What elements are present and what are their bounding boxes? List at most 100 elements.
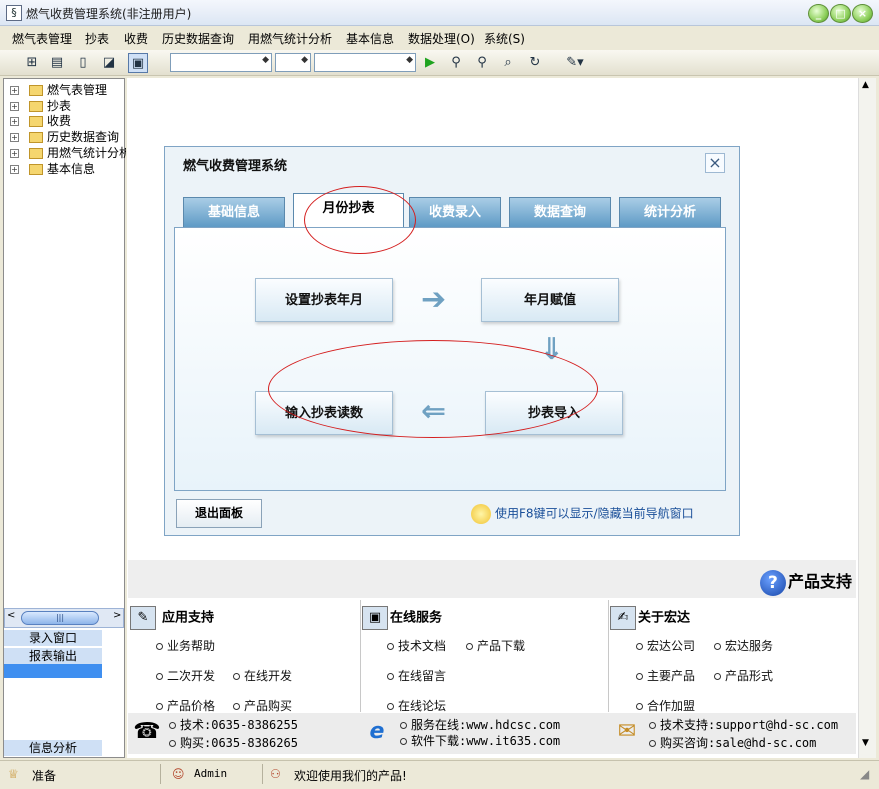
tools-icon: ✎ [130, 606, 156, 630]
link-product-form[interactable]: 产品形式 [714, 667, 773, 684]
status-divider [262, 764, 263, 784]
column-divider [608, 600, 609, 712]
menu-basic-info[interactable]: 基本信息 [346, 30, 394, 47]
link-main-products[interactable]: 主要产品 [636, 667, 695, 684]
minimize-button[interactable]: _ [808, 4, 829, 23]
folder-icon [29, 164, 43, 175]
link-online-message[interactable]: 在线留言 [387, 667, 446, 684]
document-icon[interactable]: ▯ [73, 53, 93, 73]
about-hongda-heading: ✍ 关于宏达 [610, 606, 690, 630]
assign-month-button[interactable]: 年月赋值 [481, 278, 619, 322]
scroll-down-arrow-icon[interactable]: ▼ [862, 738, 869, 748]
menu-history-query[interactable]: 历史数据查询 [162, 30, 234, 47]
product-support-title: ? 产品支持 [759, 568, 852, 596]
menu-system[interactable]: 系统(S) [484, 30, 525, 47]
tab-data-query[interactable]: 数据查询 [509, 197, 611, 227]
pen-icon: ✍ [610, 606, 636, 630]
scroll-up-arrow-icon[interactable]: ▲ [862, 80, 869, 90]
entry-window-button[interactable]: 录入窗口 [4, 630, 102, 646]
monitor-icon[interactable]: ▣ [128, 53, 148, 73]
find-icon[interactable]: ⚲ [472, 53, 492, 73]
tree-item-usage-stats[interactable]: + 用燃气统计分析 [10, 144, 126, 160]
resize-grip-icon[interactable]: ◢ [860, 767, 869, 781]
pencil-icon[interactable]: ✎▾ [560, 53, 590, 73]
menu-data-processing[interactable]: 数据处理(O) [408, 30, 475, 47]
folder-icon [29, 101, 43, 112]
link-secondary-dev[interactable]: 二次开发 [156, 667, 215, 684]
users-icon: ⚇ [270, 767, 281, 781]
tab-basic-info[interactable]: 基础信息 [183, 197, 285, 227]
link-hongda-company[interactable]: 宏达公司 [636, 637, 695, 654]
menu-charging[interactable]: 收费 [124, 30, 148, 47]
scroll-right-arrow-icon[interactable]: > [113, 610, 121, 621]
toolbar-combo-1[interactable]: ◆ [170, 53, 272, 72]
title-bar: § 燃气收费管理系统(非注册用户) _ □ × [0, 0, 879, 26]
menu-gas-meter[interactable]: 燃气表管理 [12, 30, 72, 47]
maximize-button[interactable]: □ [830, 4, 851, 23]
link-business-help[interactable]: 业务帮助 [156, 637, 215, 654]
user-icon: ☺ [172, 767, 185, 781]
link-hongda-service[interactable]: 宏达服务 [714, 637, 773, 654]
computer-icon: ▣ [362, 606, 388, 630]
download-url[interactable]: 软件下载:www.it635.com [400, 732, 560, 749]
column-divider [360, 600, 361, 712]
link-online-dev[interactable]: 在线开发 [233, 667, 292, 684]
menu-bar: 燃气表管理 抄表 收费 历史数据查询 用燃气统计分析 基本信息 数据处理(O) … [0, 27, 879, 49]
menu-usage-stats[interactable]: 用燃气统计分析 [248, 30, 332, 47]
tree-icon[interactable]: ⊞ [22, 53, 42, 73]
annotation-ellipse-flow [268, 340, 598, 438]
link-product-price[interactable]: 产品价格 [156, 697, 215, 714]
list-icon[interactable]: ▤ [47, 53, 67, 73]
status-text: 准备 [32, 769, 57, 783]
info-analysis-button[interactable]: 信息分析 [4, 740, 102, 756]
menu-meter-reading[interactable]: 抄表 [85, 30, 109, 47]
purchase-phone: 购买:0635-8386265 [169, 734, 298, 751]
status-bar: ♕ 准备 ☺ Admin ⚇ 欢迎使用我们的产品! ◢ [0, 760, 879, 789]
tree-item-history[interactable]: + 历史数据查询 [10, 128, 126, 144]
folder-icon [29, 132, 43, 143]
app-support-heading: ✎ 应用支持 [130, 606, 214, 630]
tab-charge-entry[interactable]: 收费录入 [409, 197, 501, 227]
link-tech-docs[interactable]: 技术文档 [387, 637, 446, 654]
help-icon: ? [759, 569, 786, 596]
support-email[interactable]: 技术支持:support@hd-sc.com [649, 716, 838, 733]
tree-item-basic-info[interactable]: + 基本信息 [10, 160, 126, 176]
close-button[interactable]: × [852, 4, 873, 23]
link-online-forum[interactable]: 在线论坛 [387, 697, 446, 714]
main-vertical-scrollbar[interactable]: ▲ ▼ [858, 78, 876, 758]
tree-item-charging[interactable]: + 收费 [10, 112, 126, 128]
sidebar-selection-bar [4, 664, 102, 678]
app-icon: § [6, 5, 22, 21]
lightbulb-icon [471, 504, 491, 524]
set-reading-month-button[interactable]: 设置抄表年月 [255, 278, 393, 322]
tree-item-gas-meter[interactable]: + 燃气表管理 [10, 81, 126, 97]
link-partnership[interactable]: 合作加盟 [636, 697, 695, 714]
status-divider [160, 764, 161, 784]
service-url[interactable]: 服务在线:www.hdcsc.com [400, 716, 560, 733]
play-icon[interactable]: ▶ [420, 53, 440, 73]
scroll-left-arrow-icon[interactable]: < [7, 610, 15, 621]
report-output-button[interactable]: 报表输出 [4, 648, 102, 664]
folder-icon [29, 116, 43, 127]
tab-statistics[interactable]: 统计分析 [619, 197, 721, 227]
find-doc-icon[interactable]: ⌕ [498, 53, 518, 73]
sales-email[interactable]: 购买咨询:sale@hd-sc.com [649, 734, 816, 751]
telephone-icon: ☎ [133, 719, 161, 744]
sidebar-horizontal-scrollbar[interactable]: < ||| > [4, 608, 124, 628]
chart-icon[interactable]: ◪ [99, 53, 119, 73]
link-product-purchase[interactable]: 产品购买 [233, 697, 292, 714]
find-icon[interactable]: ⚲ [446, 53, 466, 73]
toolbar-combo-3[interactable]: ◆ [314, 53, 416, 72]
panel-close-button[interactable]: × [705, 153, 725, 173]
status-user: Admin [194, 767, 228, 780]
online-service-heading: ▣ 在线服务 [362, 606, 442, 630]
scroll-thumb[interactable]: ||| [21, 611, 99, 625]
internet-explorer-icon: e [369, 719, 385, 744]
folder-open-icon [29, 85, 43, 96]
support-header: ? 产品支持 [128, 560, 856, 598]
exit-panel-button[interactable]: 退出面板 [176, 499, 262, 528]
refresh-icon[interactable]: ↻ [525, 53, 545, 73]
toolbar-combo-2[interactable]: ◆ [275, 53, 311, 72]
link-product-download[interactable]: 产品下载 [466, 637, 525, 654]
tree-item-meter-reading[interactable]: + 抄表 [10, 97, 126, 113]
